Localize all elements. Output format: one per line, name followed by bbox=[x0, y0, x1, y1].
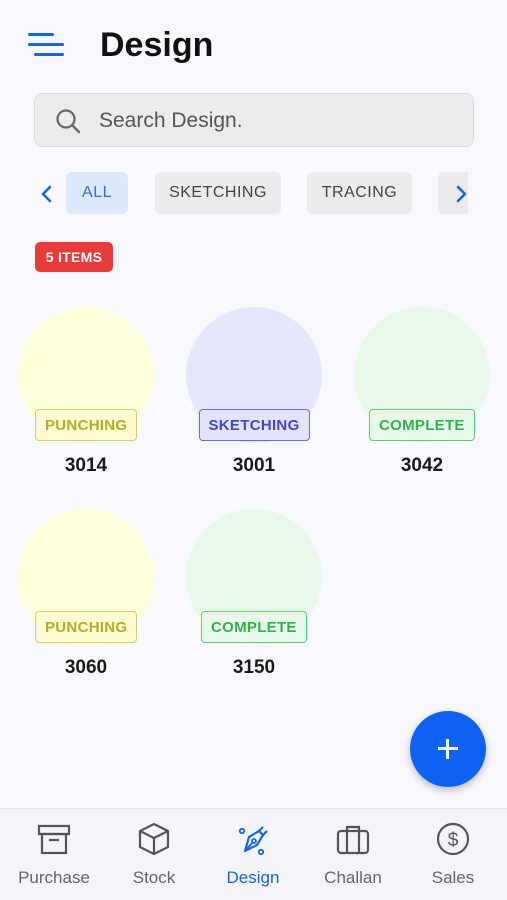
dollar-circle-icon: $ bbox=[436, 822, 470, 856]
chevron-right-icon[interactable] bbox=[449, 180, 473, 208]
tab-design[interactable]: Design bbox=[203, 809, 303, 900]
tab-purchase[interactable]: Purchase bbox=[4, 809, 104, 900]
tab-challan[interactable]: Challan bbox=[303, 809, 403, 900]
status-badge: COMPLETE bbox=[201, 611, 307, 643]
page-title: Design bbox=[100, 26, 214, 64]
tab-label: Design bbox=[226, 868, 280, 887]
design-card[interactable]: COMPLETE 3150 bbox=[186, 509, 326, 689]
filter-chip-tracing[interactable]: TRACING bbox=[307, 172, 412, 214]
status-badge: PUNCHING bbox=[35, 611, 138, 643]
status-badge: COMPLETE bbox=[369, 409, 475, 441]
chevron-left-icon[interactable] bbox=[35, 180, 59, 208]
design-card[interactable]: PUNCHING 3060 bbox=[18, 509, 158, 689]
design-card[interactable]: SKETCHING 3001 bbox=[186, 307, 326, 487]
tab-stock[interactable]: Stock bbox=[104, 809, 204, 900]
app-header: Design bbox=[0, 0, 507, 90]
menu-icon[interactable] bbox=[28, 30, 66, 62]
pen-nib-icon bbox=[238, 826, 268, 856]
design-card[interactable]: COMPLETE 3042 bbox=[354, 307, 494, 487]
cube-icon bbox=[138, 822, 170, 856]
tab-label: Challan bbox=[324, 868, 382, 887]
search-icon bbox=[56, 109, 81, 134]
design-code: 3014 bbox=[64, 455, 108, 476]
archive-box-icon bbox=[37, 824, 71, 855]
design-code: 3150 bbox=[232, 657, 276, 678]
design-code: 3001 bbox=[232, 455, 276, 476]
search-input[interactable] bbox=[99, 102, 459, 140]
bottom-tab-bar: Purchase Stock Design Challan $ Sales bbox=[0, 808, 507, 900]
add-design-button[interactable] bbox=[410, 711, 486, 787]
filter-chip-sketching[interactable]: SKETCHING bbox=[155, 172, 281, 214]
filter-chip-bar: ALL SKETCHING TRACING bbox=[0, 172, 507, 216]
tab-label: Purchase bbox=[18, 868, 90, 887]
status-badge: SKETCHING bbox=[198, 409, 310, 441]
status-badge: PUNCHING bbox=[35, 409, 138, 441]
tab-sales[interactable]: $ Sales bbox=[403, 809, 503, 900]
filter-chip-all[interactable]: ALL bbox=[66, 172, 128, 214]
search-bar[interactable] bbox=[34, 93, 474, 147]
design-code: 3042 bbox=[400, 455, 444, 476]
briefcase-icon bbox=[336, 825, 370, 855]
tab-label: Stock bbox=[132, 868, 176, 887]
design-card[interactable]: PUNCHING 3014 bbox=[18, 307, 158, 487]
svg-text:$: $ bbox=[448, 830, 459, 851]
tab-label: Sales bbox=[431, 868, 475, 887]
item-count-badge: 5 ITEMS bbox=[35, 242, 113, 272]
design-code: 3060 bbox=[64, 657, 108, 678]
